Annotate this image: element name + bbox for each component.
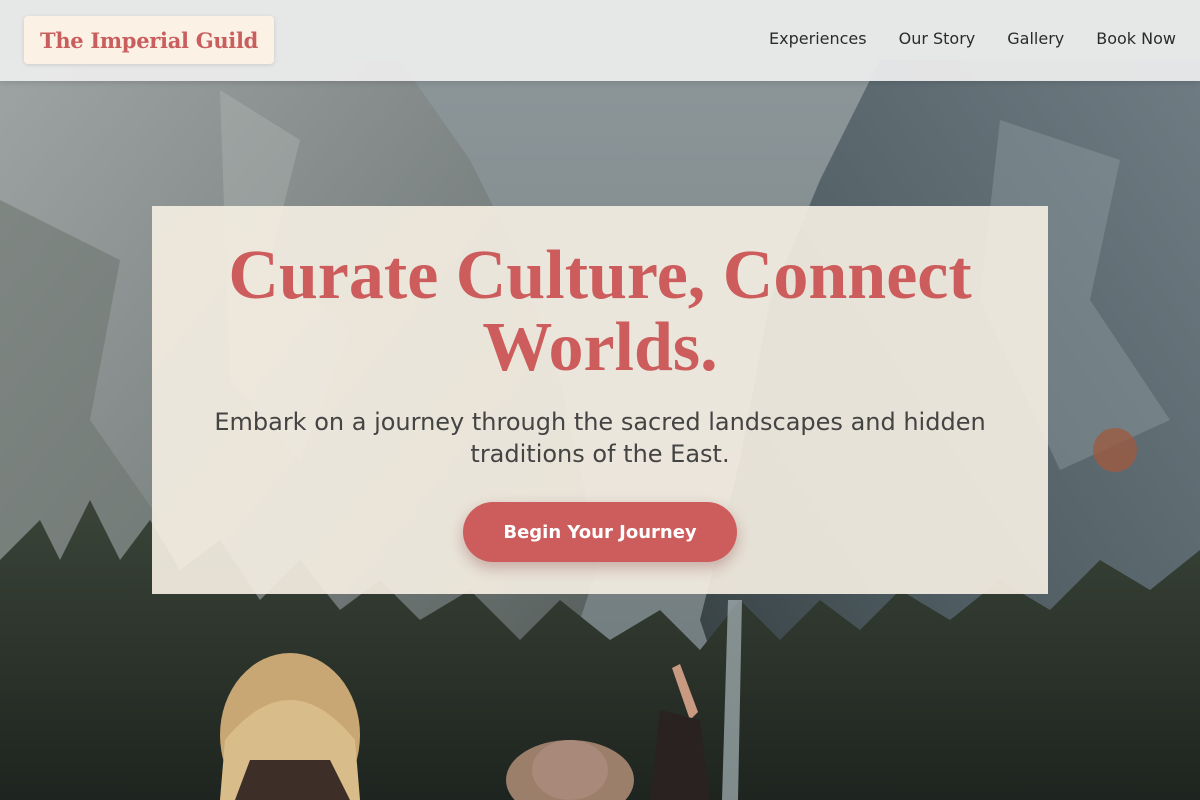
page: The Imperial Guild Experiences Our Story… (0, 0, 1200, 800)
nav-link-gallery[interactable]: Gallery (1007, 29, 1064, 48)
nav-link-experiences[interactable]: Experiences (769, 29, 867, 48)
begin-journey-button[interactable]: Begin Your Journey (463, 502, 737, 562)
main-nav: Experiences Our Story Gallery Book Now (769, 29, 1176, 48)
hero-card: Curate Culture, Connect Worlds. Embark o… (152, 206, 1048, 594)
site-logo[interactable]: The Imperial Guild (24, 16, 275, 64)
hero-subtitle: Embark on a journey through the sacred l… (214, 408, 986, 468)
hero-title: Curate Culture, Connect Worlds. (228, 237, 972, 386)
nav-link-our-story[interactable]: Our Story (899, 29, 976, 48)
header: The Imperial Guild Experiences Our Story… (0, 0, 1200, 81)
nav-link-book-now[interactable]: Book Now (1096, 29, 1176, 48)
